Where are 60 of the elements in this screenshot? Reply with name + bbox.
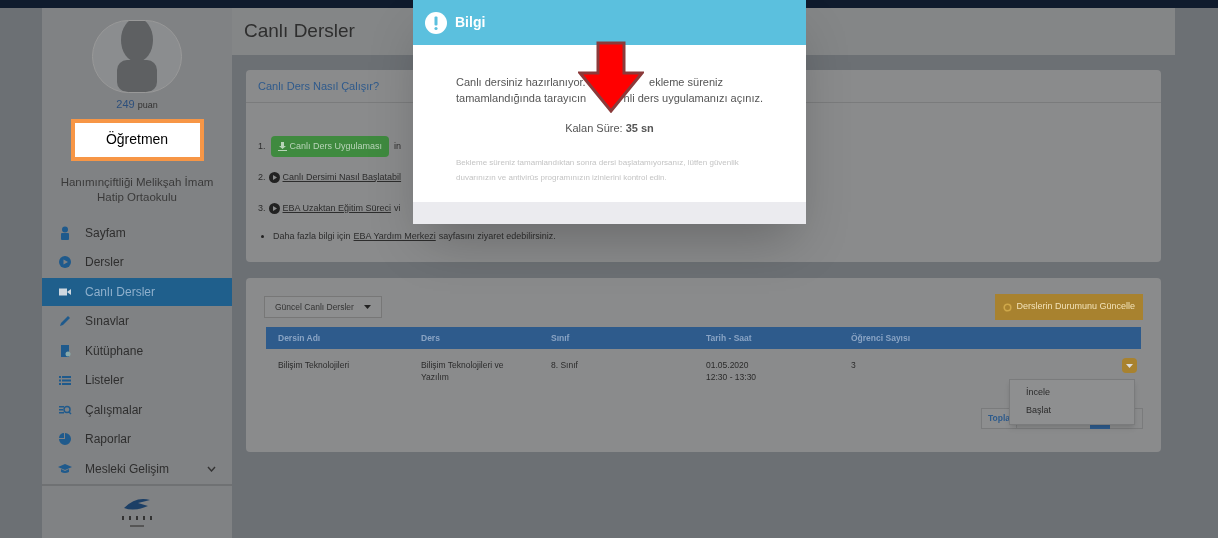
refresh-icon [1003, 302, 1013, 312]
sidebar-item[interactable]: Kütüphane [42, 336, 232, 365]
help-link[interactable]: EBA Uzaktan Eğitim Süreci [282, 201, 392, 216]
modal-title: Bilgi [455, 13, 486, 32]
play-icon [268, 203, 280, 214]
cap-icon [58, 461, 72, 476]
modal-text: nli ders uygulamanızı açınız. [623, 91, 763, 106]
bullet-icon [261, 235, 264, 238]
sidebar-item[interactable]: Sınavlar [42, 307, 232, 335]
pie-icon [58, 432, 72, 446]
step-number: 1. [258, 139, 266, 153]
sidebar-item[interactable]: Canlı Dersler [42, 277, 232, 306]
column-header: Ders [421, 331, 441, 345]
sidebar-item[interactable]: Dersler [42, 248, 232, 276]
user-icon [58, 225, 72, 240]
step-text: vi [394, 201, 401, 215]
pencil-icon [58, 314, 72, 328]
sidebar-item[interactable]: Mesleki Gelişim [42, 454, 232, 483]
table-cell-text: 8. Sınıf [551, 359, 579, 372]
table-cell-text: 01.05.2020 12:30 - 13:30 [706, 359, 758, 384]
column-header: Dersin Adı [278, 331, 322, 345]
download-app-button[interactable]: Canlı Ders Uygulaması [270, 136, 390, 157]
download-icon [277, 142, 287, 151]
modal-text: ekleme süreniz [649, 75, 724, 90]
school-name: Hanımınçiftliği Melikşah İmam Hatip Ortaokulu [59, 174, 215, 205]
sidebar-item[interactable]: Çalışmalar [42, 395, 232, 424]
table-cell-text: 3 [851, 359, 857, 372]
points-label: 249 puan [116, 97, 158, 113]
step-number: 3. [258, 201, 266, 215]
table-cell-text: Bilişim Teknolojileri ve Yazılım [421, 359, 505, 384]
modal-text: tamamlandığında tarayıcın [456, 91, 587, 106]
page-title: Canlı Dersler [244, 19, 355, 44]
step-number: 2. [258, 170, 266, 184]
column-header: Sınıf [551, 331, 571, 345]
list-icon [58, 373, 72, 387]
role-label: Öğretmen [70, 118, 204, 161]
sidebar-item[interactable]: Listeler [42, 366, 232, 394]
play-icon [58, 255, 72, 269]
menu-item[interactable]: İncele [1010, 386, 1134, 400]
filter-dropdown[interactable]: Güncel Canlı Dersler [264, 296, 382, 318]
refresh-button[interactable]: Derslerin Durumunu Güncelle [995, 294, 1143, 320]
sidebar-item[interactable]: Sayfam [42, 218, 232, 247]
sidebar-item[interactable]: Raporlar [42, 425, 232, 453]
help-text: sayfasını ziyaret edebilirsiniz. [438, 229, 556, 243]
remaining-time: Kalan Süre: 35 sn [565, 122, 654, 134]
column-header: Öğrenci Sayısı [851, 331, 912, 345]
step-text: in [394, 139, 402, 153]
play-icon [268, 172, 280, 183]
card-title: Canlı Ders Nasıl Çalışır? [258, 78, 380, 94]
help-link[interactable]: EBA Yardım Merkezi [353, 229, 436, 244]
table-cell-text: Bilişim Teknolojileri [278, 359, 351, 372]
modal-text: Canlı dersiniz hazırlanıyor. [456, 75, 586, 90]
help-text: Daha fazla bilgi için [273, 229, 351, 243]
caret-icon [1126, 363, 1133, 368]
row-actions-button[interactable] [1122, 358, 1137, 373]
alert-icon [425, 11, 447, 34]
caret-icon [363, 305, 371, 309]
help-link[interactable]: Canlı Dersimi Nasıl Başlatabil [282, 170, 402, 185]
book-icon [58, 343, 72, 358]
column-header: Tarih - Saat [706, 331, 753, 345]
